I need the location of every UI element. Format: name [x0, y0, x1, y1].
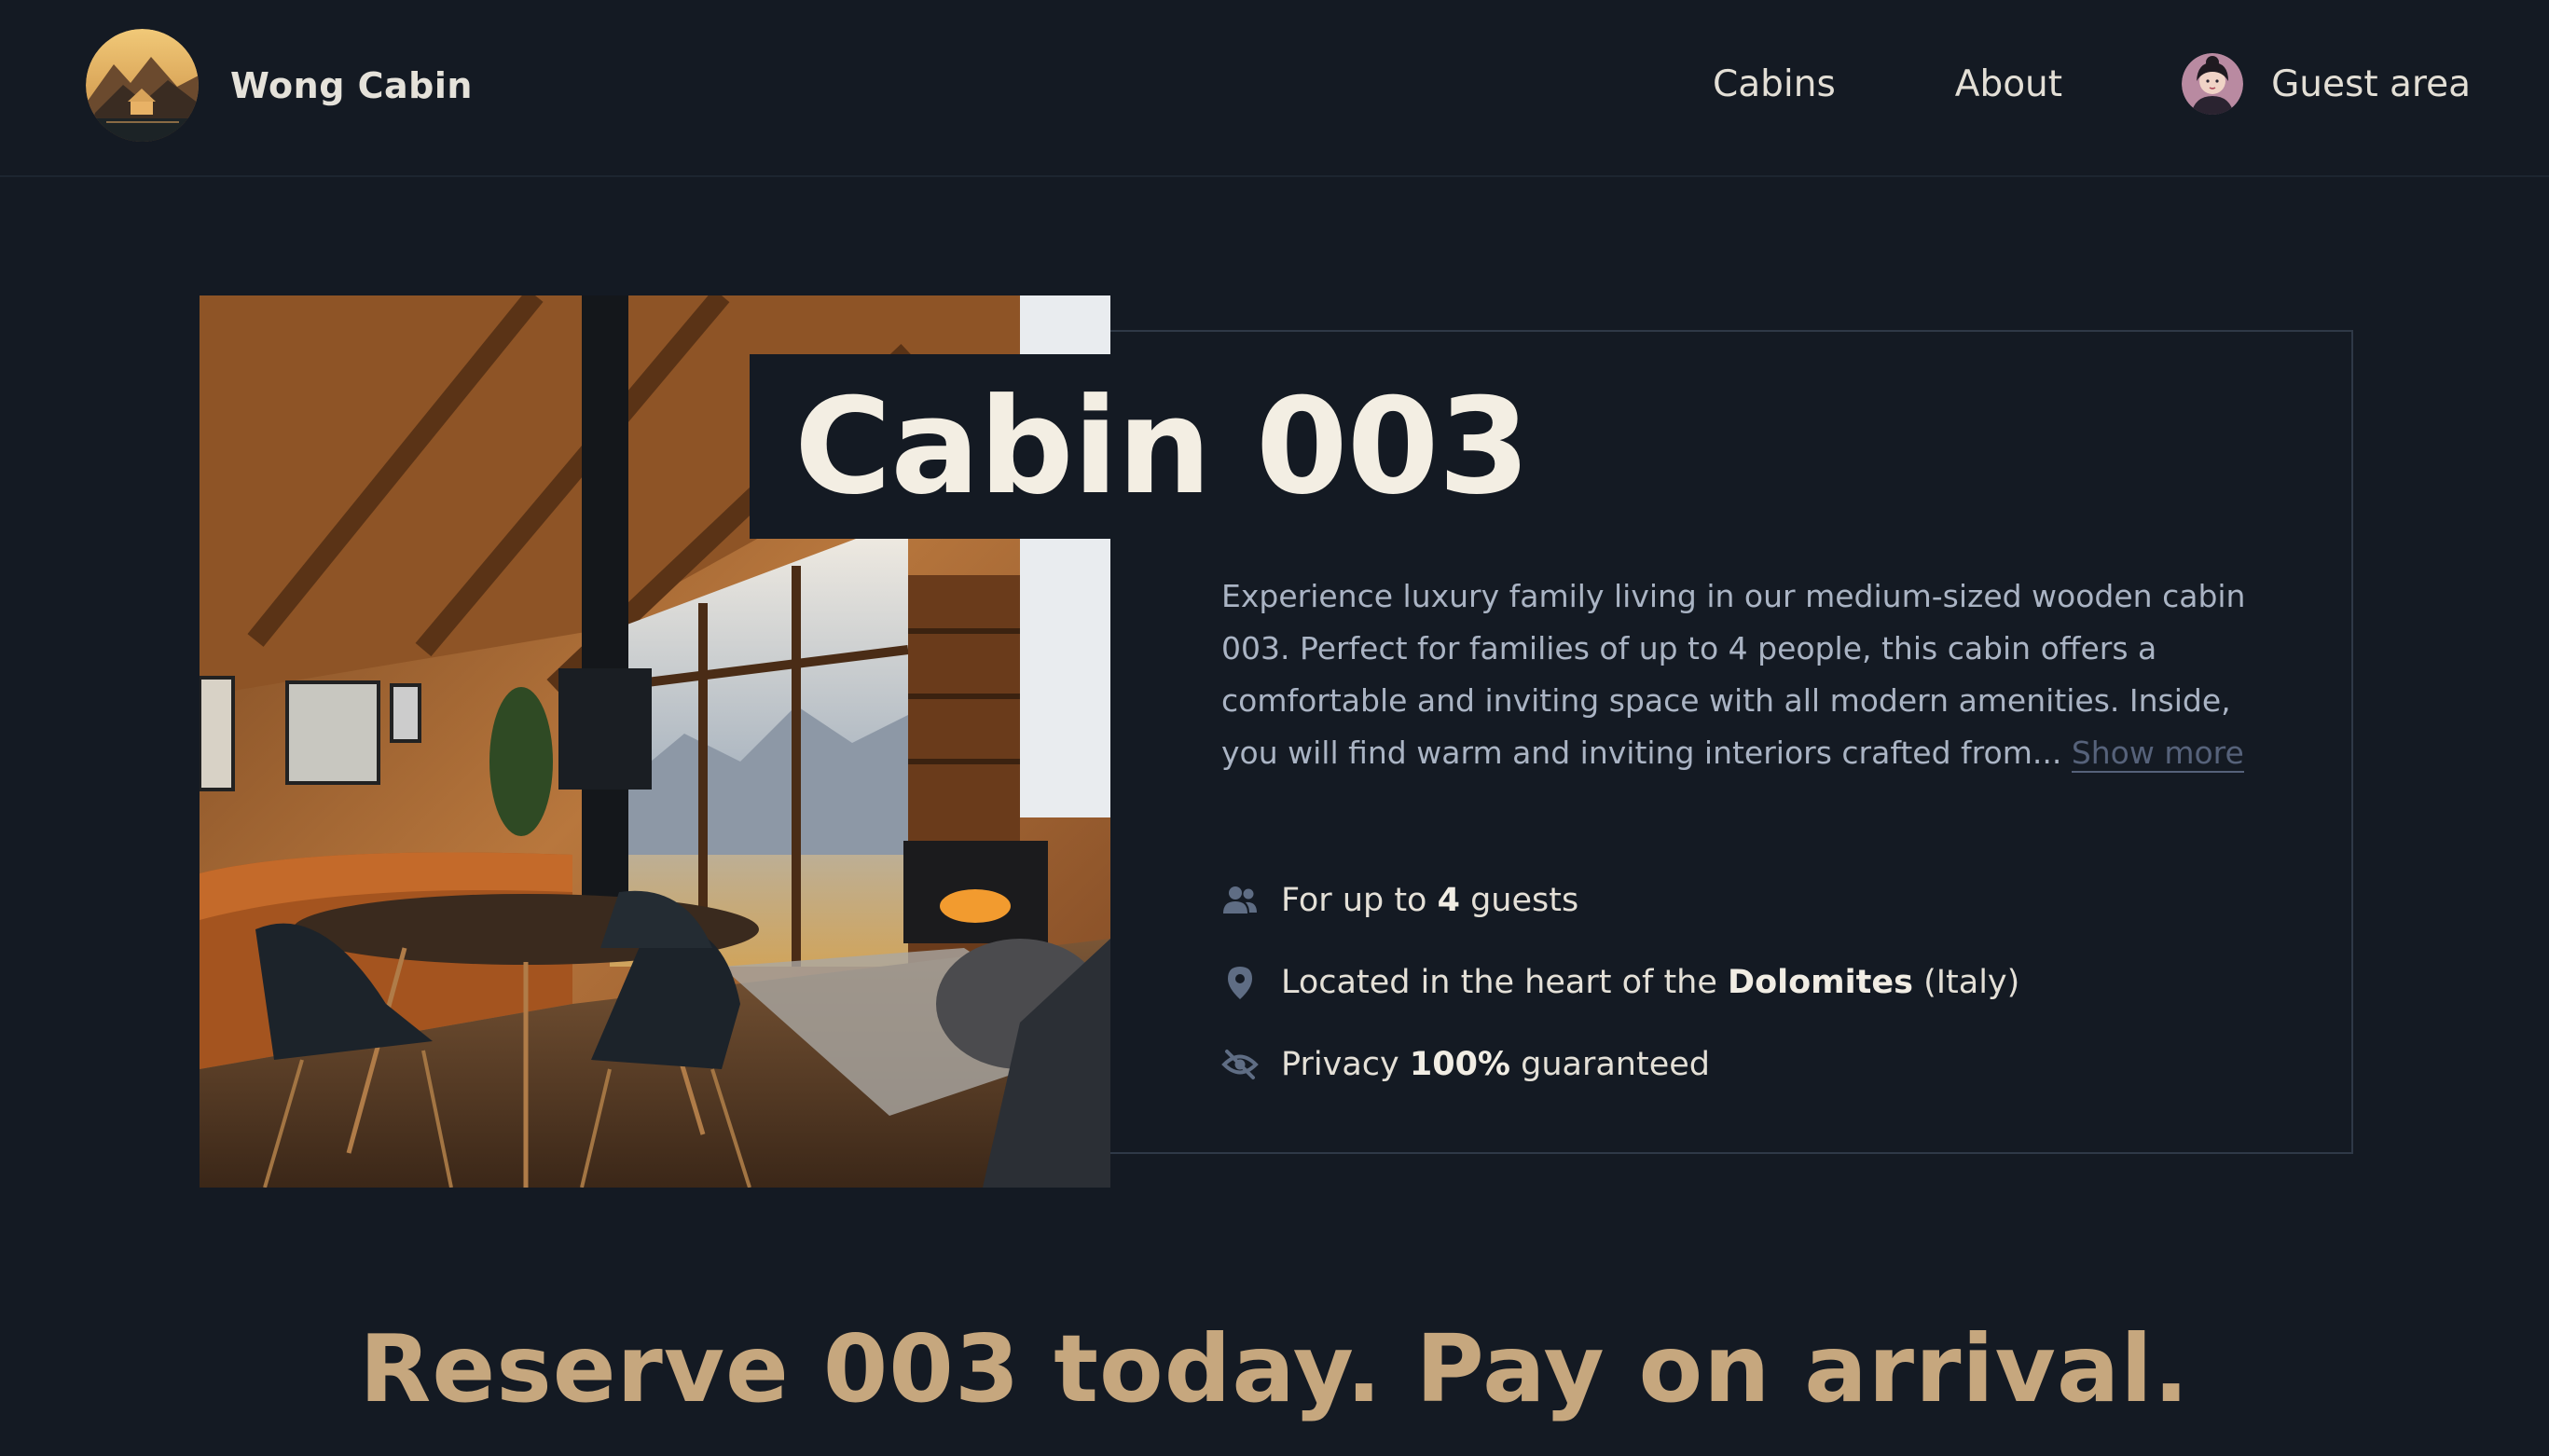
nav-cabins-link[interactable]: Cabins — [1713, 63, 1836, 105]
logo-link[interactable]: Wong Cabin — [86, 29, 472, 142]
guest-area-link[interactable]: Guest area — [2182, 53, 2471, 115]
cabin-description: Experience luxury family living in our m… — [1221, 570, 2270, 779]
feature-guests-text: For up to 4 guests — [1281, 882, 1579, 919]
guest-area-label: Guest area — [2271, 62, 2471, 105]
feature-location-text: Located in the heart of the Dolomites (I… — [1281, 964, 2020, 1001]
cabin-title-box: Cabin 003 — [750, 354, 1530, 539]
eye-slash-icon — [1221, 1046, 1259, 1083]
feature-location: Located in the heart of the Dolomites (I… — [1221, 941, 2247, 1023]
user-avatar-icon — [2182, 53, 2244, 115]
reserve-heading: Reserve 003 today. Pay on arrival. — [359, 1314, 2190, 1423]
feature-privacy-text: Privacy 100% guaranteed — [1281, 1046, 1710, 1083]
main-nav: Cabins About Guest area — [1713, 0, 2471, 168]
cabin-title: Cabin 003 — [794, 369, 1530, 524]
feature-list: For up to 4 guests Located in the heart … — [1221, 859, 2247, 1106]
feature-privacy: Privacy 100% guaranteed — [1221, 1023, 2247, 1106]
cabin-logo-icon — [86, 29, 199, 142]
site-header: Wong Cabin Cabins About Guest area — [0, 0, 2549, 177]
nav-about-link[interactable]: About — [1955, 63, 2062, 105]
feature-guests: For up to 4 guests — [1221, 859, 2247, 941]
map-pin-icon — [1221, 964, 1259, 1001]
users-icon — [1221, 882, 1259, 919]
show-more-link[interactable]: Show more — [2071, 735, 2244, 773]
brand-name: Wong Cabin — [230, 64, 473, 106]
